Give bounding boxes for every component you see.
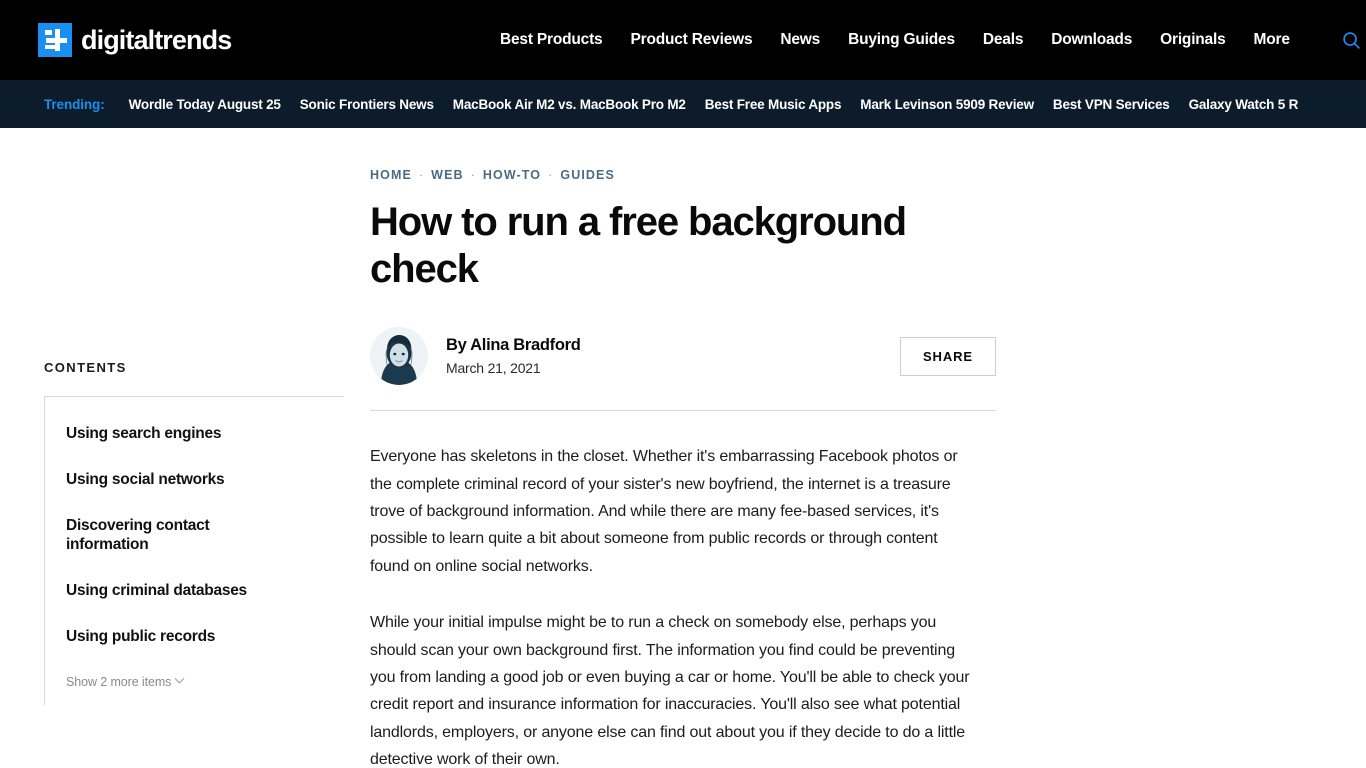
trending-item-music-apps[interactable]: Best Free Music Apps [705,97,842,112]
byline-text: By Alina Bradford March 21, 2021 [446,336,581,376]
breadcrumb-separator: · [548,168,554,182]
main-navigation: Best Products Product Reviews News Buyin… [500,0,1362,80]
plus-square-icon [38,23,72,57]
breadcrumb-web[interactable]: WEB [431,168,463,182]
breadcrumb-separator: · [470,168,476,182]
nav-item-deals[interactable]: Deals [983,31,1024,49]
toc-item-using-search-engines[interactable]: Using search engines [66,424,266,444]
nav-item-originals[interactable]: Originals [1160,31,1226,49]
site-logo[interactable]: digitaltrends [38,23,232,57]
show-more-label: Show 2 more items [66,674,172,689]
author-avatar [370,327,428,386]
share-button[interactable]: SHARE [899,336,996,376]
nav-item-downloads[interactable]: Downloads [1051,31,1132,49]
breadcrumb-separator: · [418,168,425,182]
logo-wordmark: digitaltrends [81,24,232,55]
breadcrumb: HOME · WEB · HOW-TO · GUIDES [370,168,996,182]
toc-item-using-criminal-databases[interactable]: Using criminal databases [66,581,266,601]
trending-bar: Trending: Wordle Today August 25 Sonic F… [0,80,1366,128]
nav-item-buying-guides[interactable]: Buying Guides [848,31,955,49]
table-of-contents: CONTENTS Using search engines Using soci… [44,360,344,705]
article: HOME · WEB · HOW-TO · GUIDES How to run … [370,128,996,768]
toc-item-using-public-records[interactable]: Using public records [66,627,266,647]
trending-item-vpn[interactable]: Best VPN Services [1053,97,1170,112]
trending-item-sonic[interactable]: Sonic Frontiers News [300,97,434,112]
breadcrumb-guides[interactable]: GUIDES [560,168,615,182]
nav-item-more[interactable]: More [1254,31,1290,49]
chevron-down-icon [174,674,185,685]
byline-divider [370,410,996,412]
trending-item-wordle[interactable]: Wordle Today August 25 [129,97,281,112]
trending-item-mark-levinson[interactable]: Mark Levinson 5909 Review [860,97,1034,112]
toc-list: Using search engines Using social networ… [44,396,344,705]
breadcrumb-how-to[interactable]: HOW-TO [483,168,541,182]
trending-items: Trending: Wordle Today August 25 Sonic F… [44,97,1298,112]
breadcrumb-home[interactable]: HOME [370,168,412,182]
trending-label: Trending: [44,96,105,112]
toc-heading: CONTENTS [44,360,127,375]
author-name[interactable]: By Alina Bradford [446,336,581,355]
toc-item-discovering-contact-information[interactable]: Discovering contact information [66,516,266,556]
publish-date: March 21, 2021 [446,360,541,377]
article-paragraph: Everyone has skeletons in the closet. Wh… [370,448,958,575]
site-header: digitaltrends Best Products Product Revi… [0,0,1366,80]
trending-item-macbook[interactable]: MacBook Air M2 vs. MacBook Pro M2 [453,97,686,112]
article-paragraph: While your initial impulse might be to r… [370,614,970,768]
page-title: How to run a free background check [370,200,907,292]
toc-item-using-social-networks[interactable]: Using social networks [66,470,266,490]
trending-item-galaxy-watch[interactable]: Galaxy Watch 5 R [1189,97,1299,112]
show-more-items-button[interactable]: Show 2 more items [66,674,185,689]
byline: By Alina Bradford March 21, 2021 SHARE [370,325,996,387]
nav-item-best-products[interactable]: Best Products [500,31,603,49]
search-icon[interactable] [1342,30,1362,50]
trending-fade-overlay [1296,80,1366,128]
page-body: CONTENTS Using search engines Using soci… [0,128,1366,768]
nav-item-product-reviews[interactable]: Product Reviews [630,31,752,49]
nav-item-news[interactable]: News [780,31,820,49]
